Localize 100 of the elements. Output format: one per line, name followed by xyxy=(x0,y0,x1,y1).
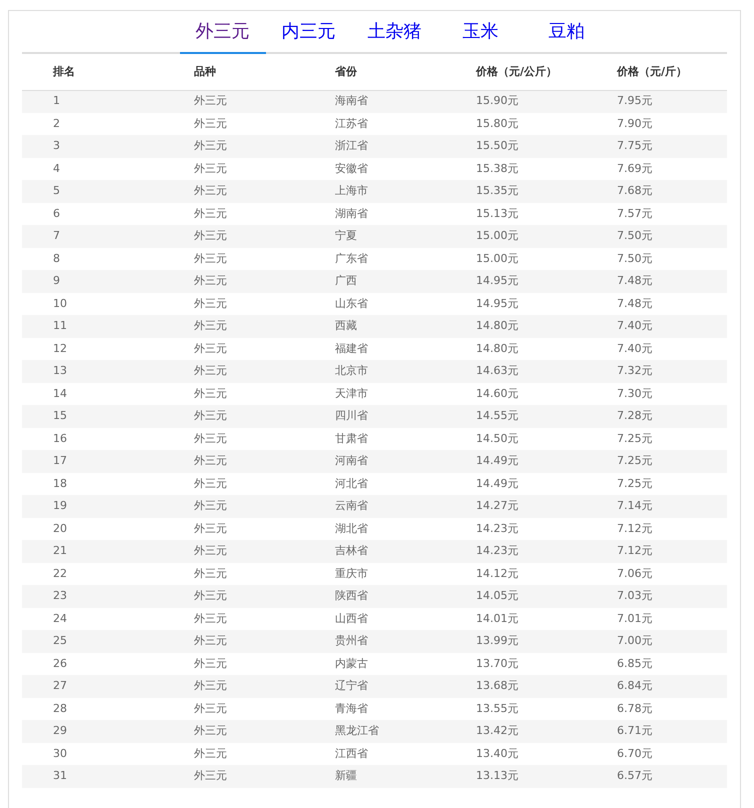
table-cell: 福建省 xyxy=(304,338,445,360)
table-cell: 19 xyxy=(22,495,163,518)
table-cell: 14.63元 xyxy=(445,360,586,382)
table-cell: 山东省 xyxy=(304,292,445,315)
table-cell: 10 xyxy=(22,292,163,315)
table-cell: 4 xyxy=(22,158,163,180)
table-cell: 陕西省 xyxy=(304,585,445,608)
table-cell: 13.99元 xyxy=(445,630,586,652)
table-cell: 外三元 xyxy=(163,630,304,652)
table-cell: 外三元 xyxy=(163,292,304,315)
table-cell: 15.00元 xyxy=(445,225,586,248)
table-cell: 外三元 xyxy=(163,765,304,788)
table-cell: 外三元 xyxy=(163,675,304,698)
table-cell: 7.40元 xyxy=(586,315,727,338)
table-cell: 15.50元 xyxy=(445,135,586,158)
table-cell: 北京市 xyxy=(304,360,445,382)
table-cell: 7.25元 xyxy=(586,428,727,450)
table-cell: 外三元 xyxy=(163,518,304,540)
table-cell: 内蒙古 xyxy=(304,652,445,675)
table-cell: 外三元 xyxy=(163,405,304,428)
table-cell: 23 xyxy=(22,585,163,608)
table-cell: 外三元 xyxy=(163,652,304,675)
tab[interactable]: 内三元 xyxy=(266,11,352,54)
table-cell: 7.68元 xyxy=(586,180,727,202)
table-cell: 24 xyxy=(22,608,163,630)
table-cell: 湖南省 xyxy=(304,202,445,225)
table-cell: 13.13元 xyxy=(445,765,586,788)
table-cell: 贵州省 xyxy=(304,630,445,652)
table-cell: 27 xyxy=(22,675,163,698)
table-cell: 河北省 xyxy=(304,472,445,495)
table-cell: 外三元 xyxy=(163,742,304,765)
table-cell: 外三元 xyxy=(163,608,304,630)
table-cell: 14 xyxy=(22,382,163,405)
column-header: 价格（元/公斤） xyxy=(445,54,586,90)
table-cell: 11 xyxy=(22,315,163,338)
table-cell: 云南省 xyxy=(304,495,445,518)
table-cell: 17 xyxy=(22,450,163,472)
table-cell: 29 xyxy=(22,720,163,742)
table-cell: 26 xyxy=(22,652,163,675)
table-cell: 上海市 xyxy=(304,180,445,202)
table-cell: 7.12元 xyxy=(586,518,727,540)
table-cell: 外三元 xyxy=(163,540,304,562)
table-cell: 7.95元 xyxy=(586,90,727,112)
table-cell: 辽宁省 xyxy=(304,675,445,698)
tab[interactable]: 豆粕 xyxy=(524,11,610,54)
table-cell: 7.03元 xyxy=(586,585,727,608)
table-cell: 7.90元 xyxy=(586,112,727,135)
table-cell: 14.49元 xyxy=(445,472,586,495)
table-cell: 14.23元 xyxy=(445,518,586,540)
table-cell: 山西省 xyxy=(304,608,445,630)
table-cell: 广东省 xyxy=(304,248,445,270)
table-cell: 18 xyxy=(22,472,163,495)
column-header: 排名 xyxy=(22,54,163,90)
table-cell: 9 xyxy=(22,270,163,292)
table-cell: 外三元 xyxy=(163,135,304,158)
table-cell: 13.55元 xyxy=(445,698,586,720)
table-cell: 7.30元 xyxy=(586,382,727,405)
table-cell: 7.14元 xyxy=(586,495,727,518)
table-cell: 7.48元 xyxy=(586,292,727,315)
table-cell: 外三元 xyxy=(163,382,304,405)
table-cell: 外三元 xyxy=(163,585,304,608)
tab[interactable]: 玉米 xyxy=(438,11,524,54)
table-cell: 青海省 xyxy=(304,698,445,720)
table-cell: 3 xyxy=(22,135,163,158)
table-cell: 黑龙江省 xyxy=(304,720,445,742)
table-cell: 7 xyxy=(22,225,163,248)
table-cell: 30 xyxy=(22,742,163,765)
table-cell: 6.71元 xyxy=(586,720,727,742)
table-cell: 31 xyxy=(22,765,163,788)
table-cell: 6.57元 xyxy=(586,765,727,788)
table-cell: 6.84元 xyxy=(586,675,727,698)
table-cell: 7.57元 xyxy=(586,202,727,225)
table-cell: 14.80元 xyxy=(445,315,586,338)
table-cell: 外三元 xyxy=(163,472,304,495)
table-cell: 12 xyxy=(22,338,163,360)
table-cell: 外三元 xyxy=(163,562,304,585)
table-cell: 外三元 xyxy=(163,450,304,472)
table-cell: 15.35元 xyxy=(445,180,586,202)
table-cell: 7.69元 xyxy=(586,158,727,180)
table-cell: 1 xyxy=(22,90,163,112)
table-cell: 西藏 xyxy=(304,315,445,338)
table-cell: 14.05元 xyxy=(445,585,586,608)
table-cell: 外三元 xyxy=(163,315,304,338)
table-cell: 安徽省 xyxy=(304,158,445,180)
table-cell: 7.06元 xyxy=(586,562,727,585)
table-cell: 外三元 xyxy=(163,90,304,112)
column-header: 品种 xyxy=(163,54,304,90)
table-cell: 外三元 xyxy=(163,202,304,225)
table-cell: 14.80元 xyxy=(445,338,586,360)
column-header: 价格（元/斤） xyxy=(586,54,727,90)
table-cell: 7.28元 xyxy=(586,405,727,428)
table-cell: 14.23元 xyxy=(445,540,586,562)
tab[interactable]: 土杂猪 xyxy=(352,11,438,54)
table-cell: 吉林省 xyxy=(304,540,445,562)
table-cell: 重庆市 xyxy=(304,562,445,585)
tab[interactable]: 外三元 xyxy=(180,11,266,54)
table-cell: 6.70元 xyxy=(586,742,727,765)
table-cell: 22 xyxy=(22,562,163,585)
table-cell: 6.85元 xyxy=(586,652,727,675)
table-cell: 13.42元 xyxy=(445,720,586,742)
